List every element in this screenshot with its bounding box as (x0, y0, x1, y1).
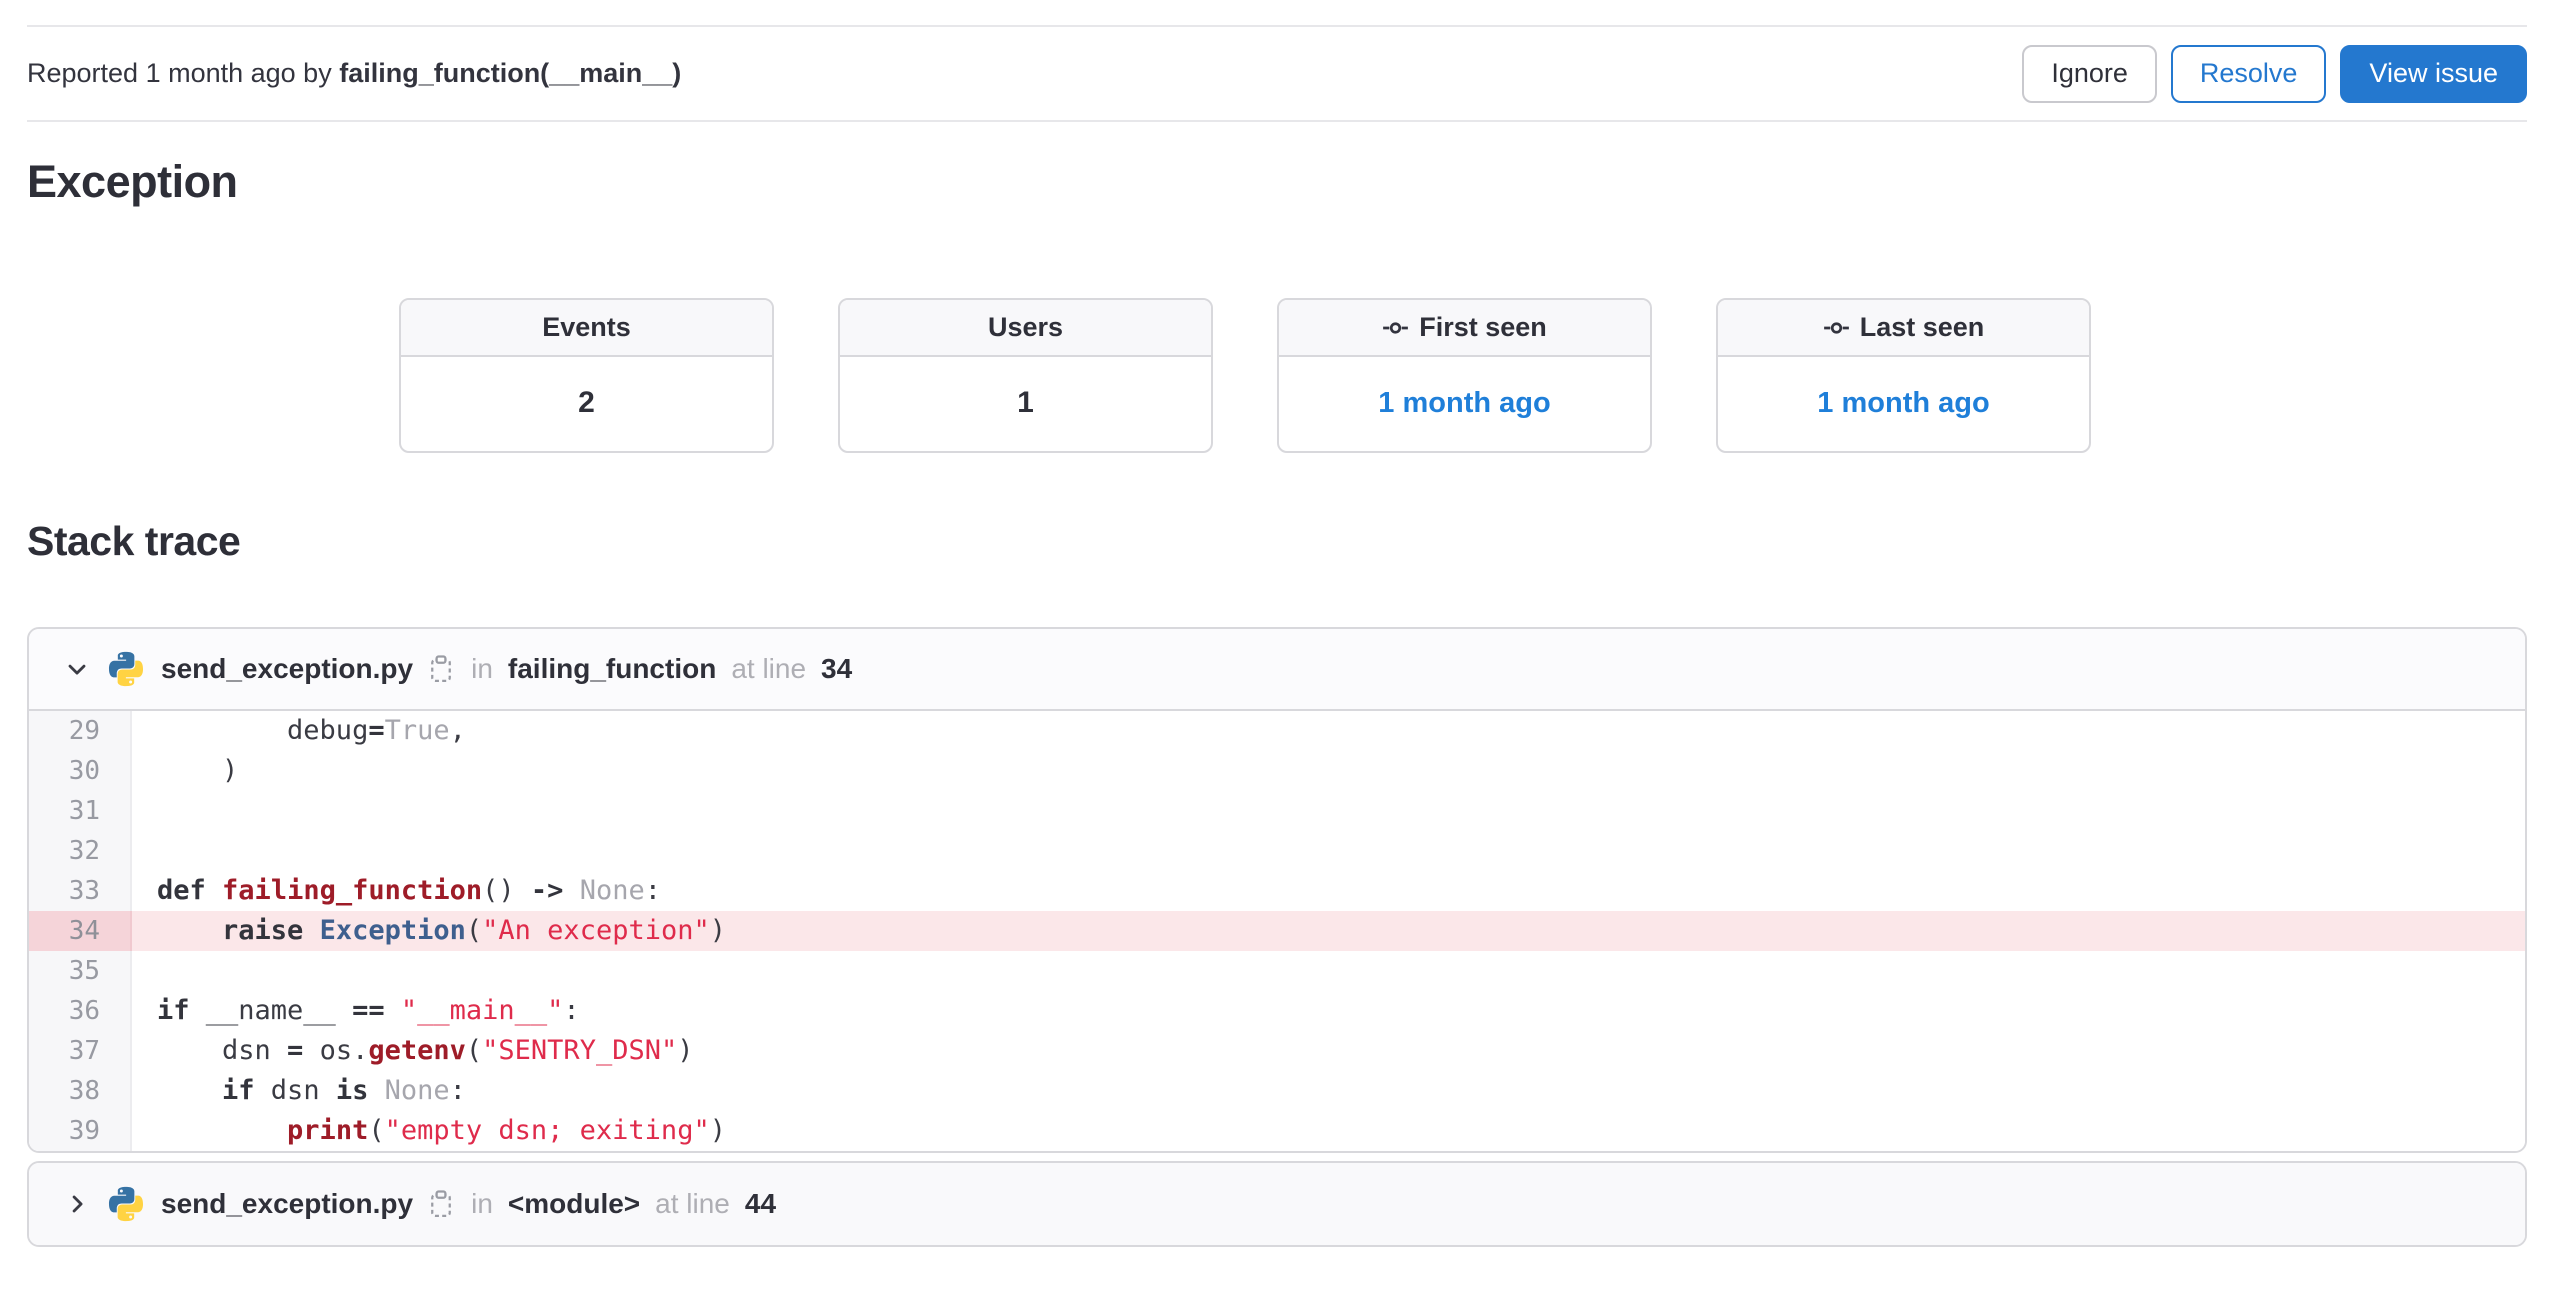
at-line-label: at line (731, 653, 807, 684)
frame-header[interactable]: send_exception.py in <module> at line 44 (29, 1163, 2525, 1245)
frame-function: <module> (507, 1188, 641, 1219)
stat-label: Events (401, 300, 772, 357)
stat-label: Last seen (1718, 300, 2089, 357)
commit-icon (1382, 320, 1409, 336)
code-text: ) (157, 755, 239, 786)
copy-icon[interactable] (426, 654, 456, 684)
reporter-name: failing_function(__main__) (339, 58, 682, 88)
line-number: 33 (29, 871, 132, 911)
frame-function: failing_function (507, 653, 717, 684)
line-number: 30 (29, 751, 132, 791)
line-number: 32 (29, 831, 132, 871)
in-label: in (471, 1188, 493, 1219)
code-line: 32 (29, 831, 2525, 871)
code-line: 36 if __name__ == "__main__": (29, 991, 2525, 1031)
line-number: 34 (29, 911, 132, 951)
chevron-down-icon[interactable] (63, 655, 91, 683)
line-number: 38 (29, 1071, 132, 1111)
stat-label: First seen (1279, 300, 1650, 357)
stat-label: Users (840, 300, 1211, 357)
stat-card-first-seen: First seen 1 month ago (1277, 298, 1652, 453)
code-line: 33 def failing_function() -> None: (29, 871, 2525, 911)
code-line: 29 debug=True, (29, 711, 2525, 751)
code-text: def failing_function() -> None: (157, 875, 661, 906)
ignore-button[interactable]: Ignore (2022, 44, 2157, 103)
code-line: 37 dsn = os.getenv("SENTRY_DSN") (29, 1031, 2525, 1071)
code-block: 29 debug=True, 30 ) 31 32 33 def failing_func… (29, 711, 2525, 1151)
action-buttons: Ignore Resolve View issue (2022, 44, 2527, 103)
frame-filename: send_exception.py (161, 1188, 414, 1219)
view-issue-button[interactable]: View issue (2340, 44, 2527, 103)
code-line: 39 print("empty dsn; exiting") (29, 1111, 2525, 1151)
code-text: if dsn is None: (222, 1075, 466, 1106)
code-line: 30 ) (29, 751, 2525, 791)
code-text: print("empty dsn; exiting") (287, 1115, 726, 1146)
frame-line-number: 34 (821, 653, 853, 684)
code-line: 31 (29, 791, 2525, 831)
stack-frame-expanded: send_exception.py in failing_function at… (27, 627, 2527, 1153)
line-number: 31 (29, 791, 132, 831)
report-prefix: Reported 1 month ago by (27, 58, 340, 88)
stack-trace-heading: Stack trace (27, 518, 241, 564)
code-text: if __name__ == "__main__": (157, 995, 580, 1026)
at-line-label: at line (655, 1188, 730, 1219)
users-count: 1 (1017, 386, 1034, 419)
stat-card-last-seen: Last seen 1 month ago (1716, 298, 2091, 453)
stats-row: Events 2 Users 1 First seen 1 month ago … (399, 298, 2527, 453)
in-label: in (471, 653, 493, 684)
line-number: 37 (29, 1031, 132, 1071)
code-line-highlighted: 34 raise Exception("An exception") (29, 911, 2525, 951)
frame-filename: send_exception.py (161, 653, 414, 684)
code-text: raise Exception("An exception") (222, 915, 726, 946)
python-icon (106, 649, 146, 689)
code-line: 38 if dsn is None: (29, 1071, 2525, 1111)
line-number: 39 (29, 1111, 132, 1151)
line-number: 35 (29, 951, 132, 991)
frame-header[interactable]: send_exception.py in failing_function at… (29, 629, 2525, 711)
exception-heading: Exception (27, 156, 238, 207)
resolve-button[interactable]: Resolve (2170, 44, 2327, 103)
line-number: 29 (29, 711, 132, 751)
copy-icon[interactable] (426, 1189, 456, 1219)
code-text: dsn = os.getenv("SENTRY_DSN") (157, 1035, 694, 1066)
chevron-right-icon[interactable] (63, 1190, 91, 1218)
first-seen-link[interactable]: 1 month ago (1378, 387, 1550, 420)
last-seen-link[interactable]: 1 month ago (1817, 387, 1989, 420)
commit-icon (1823, 320, 1850, 336)
python-icon (106, 1184, 146, 1224)
line-number: 36 (29, 991, 132, 1031)
code-text: debug=True, (157, 715, 466, 746)
frame-line-number: 44 (744, 1188, 777, 1219)
stat-card-events: Events 2 (399, 298, 774, 453)
code-line: 35 (29, 951, 2525, 991)
stat-card-users: Users 1 (838, 298, 1213, 453)
stack-frame-collapsed: send_exception.py in <module> at line 44 (27, 1161, 2527, 1247)
issue-detail-page: Reported 1 month ago by failing_function… (0, 25, 2554, 1247)
report-bar: Reported 1 month ago by failing_function… (27, 25, 2527, 122)
report-text: Reported 1 month ago by failing_function… (27, 58, 681, 89)
events-count: 2 (578, 386, 595, 419)
